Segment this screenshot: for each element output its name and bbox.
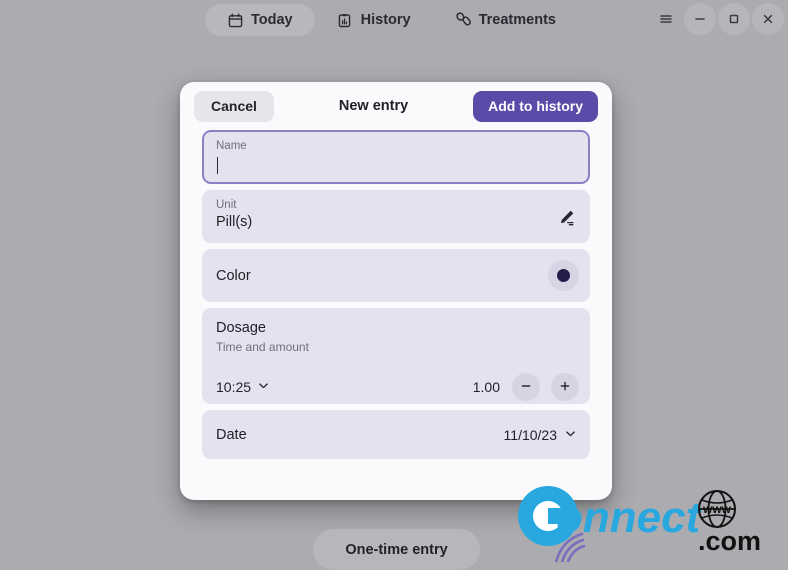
menu-button[interactable] [650, 3, 682, 35]
minimize-button[interactable] [684, 3, 716, 35]
dosage-amount-value: 1.00 [472, 379, 500, 395]
date-value: 11/10/23 [503, 426, 557, 443]
minus-icon [519, 379, 533, 396]
unit-row[interactable]: Unit Pill(s) [202, 190, 590, 243]
cancel-button[interactable]: Cancel [194, 90, 274, 122]
add-to-history-button[interactable]: Add to history [473, 90, 598, 122]
hamburger-icon [658, 11, 674, 27]
clipboard-chart-icon [337, 12, 353, 28]
title-bar: Today History Treatments [0, 0, 788, 42]
color-row[interactable]: Color [202, 249, 590, 302]
dosage-controls: 10:25 1.00 [216, 373, 579, 401]
tab-treatments-label: Treatments [478, 12, 556, 28]
tab-treatments[interactable]: Treatments [433, 4, 578, 36]
tab-bar: Today History Treatments [205, 4, 578, 36]
minimize-icon [692, 11, 708, 27]
calendar-icon [227, 12, 243, 28]
unit-value: Pill(s) [216, 214, 253, 230]
dosage-title: Dosage [216, 320, 266, 336]
tab-today[interactable]: Today [205, 4, 315, 36]
color-swatch-button[interactable] [548, 260, 579, 291]
unit-label: Unit [216, 199, 237, 211]
text-cursor [217, 157, 218, 174]
one-time-entry-button[interactable]: One-time entry [313, 529, 480, 570]
svg-text:onnect: onnect [556, 493, 703, 542]
tab-today-label: Today [251, 12, 293, 28]
date-label: Date [216, 426, 247, 443]
chevron-down-icon [564, 427, 577, 443]
tab-history[interactable]: History [315, 4, 433, 36]
dosage-time-value: 10:25 [216, 379, 252, 395]
dialog-header: Cancel New entry Add to history [180, 82, 612, 130]
dosage-decrement-button[interactable] [512, 373, 540, 401]
close-icon [760, 11, 776, 27]
pills-icon [455, 12, 471, 28]
dosage-amount-stepper: 1.00 [473, 373, 579, 401]
name-input-label: Name [216, 140, 247, 152]
dialog-body: Name Unit Pill(s) Color Dosage Time and … [180, 130, 612, 459]
plus-icon [558, 379, 572, 396]
chevron-down-icon [257, 379, 270, 395]
maximize-icon [726, 11, 742, 27]
svg-text:www: www [702, 502, 732, 516]
dosage-time-dropdown[interactable]: 10:25 [216, 379, 270, 395]
dosage-subtitle: Time and amount [216, 340, 309, 354]
color-swatch [557, 269, 570, 282]
date-dropdown[interactable]: 11/10/23 [504, 427, 577, 443]
new-entry-dialog: Cancel New entry Add to history Name Uni… [180, 82, 612, 500]
globe-icon: www [698, 490, 736, 528]
color-label: Color [216, 267, 251, 284]
tab-history-label: History [360, 12, 411, 28]
maximize-button[interactable] [718, 3, 750, 35]
unit-texts: Unit Pill(s) [216, 198, 252, 232]
name-input[interactable]: Name [202, 130, 590, 184]
window-controls [650, 3, 784, 35]
close-button[interactable] [752, 3, 784, 35]
dosage-row: Dosage Time and amount 10:25 1.00 [202, 308, 590, 404]
dosage-increment-button[interactable] [551, 373, 579, 401]
date-row[interactable]: Date 11/10/23 [202, 410, 590, 459]
dialog-title: New entry [338, 98, 409, 114]
pencil-icon[interactable] [557, 208, 576, 227]
svg-text:.com: .com [698, 526, 761, 556]
